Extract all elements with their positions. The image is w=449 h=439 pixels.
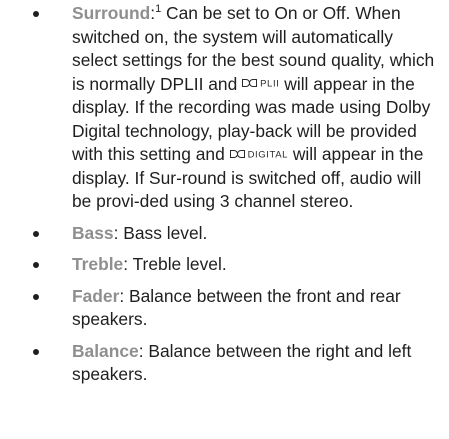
dolby-digital-label: DIGITAL [247, 149, 289, 160]
bullet-icon [33, 11, 39, 17]
term-fader: Fader [72, 285, 120, 306]
term-surround: Surround [72, 3, 151, 23]
list-item-bass: Bass: Bass level. [0, 222, 449, 246]
term-bass: Bass [72, 222, 114, 243]
bullet-icon [33, 262, 39, 268]
dolby-double-d-icon [229, 149, 245, 158]
dolby-double-d-icon [242, 79, 258, 87]
dolby-pl2-label: PLII [260, 78, 280, 90]
fader-text: : Balance between the front and rear spe… [72, 285, 401, 330]
bullet-icon [33, 293, 39, 300]
dolby-pl2-logo: PLII [242, 79, 279, 89]
settings-list: Surround:1 Can be set to On or Off. When… [0, 2, 449, 395]
list-item-surround: Surround:1 Can be set to On or Off. When… [0, 2, 449, 214]
term-balance: Balance [72, 340, 139, 361]
bullet-icon [33, 230, 39, 237]
dolby-digital-logo: DIGITAL [229, 149, 289, 160]
list-item-balance: Balance: Balance between the right and l… [0, 340, 449, 387]
list-item-fader: Fader: Balance between the front and rea… [0, 285, 449, 332]
bullet-icon [33, 348, 39, 355]
treble-text: : Treble level. [123, 254, 227, 274]
bass-text: : Bass level. [113, 222, 208, 243]
term-treble: Treble [72, 254, 124, 274]
manual-page: Surround:1 Can be set to On or Off. When… [0, 0, 449, 439]
list-item-treble: Treble: Treble level. [0, 253, 449, 277]
